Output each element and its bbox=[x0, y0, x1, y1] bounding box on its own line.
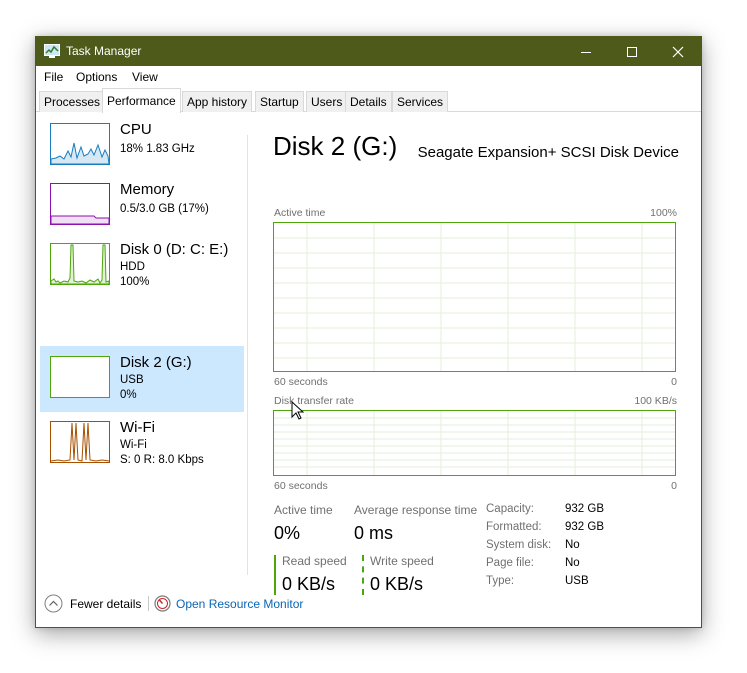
page-file-value: No bbox=[565, 557, 580, 569]
footer-divider bbox=[148, 596, 149, 611]
read-speed-label: Read speed bbox=[282, 554, 347, 568]
sidebar-wifi-throughput: S: 0 R: 8.0 Kbps bbox=[120, 454, 204, 466]
capacity-label: Capacity: bbox=[486, 503, 534, 515]
sidebar-memory-usage: 0.5/3.0 GB (17%) bbox=[120, 203, 209, 215]
sidebar-disk-2-usage: 0% bbox=[120, 389, 137, 401]
system-disk-value: No bbox=[565, 539, 580, 551]
resource-sidebar: CPU 18% 1.83 GHz Memory 0.5/3.0 GB (17%)… bbox=[36, 113, 248, 577]
tab-bar: Processes Performance App history Startu… bbox=[36, 88, 701, 113]
maximize-icon bbox=[627, 47, 637, 57]
memory-thumbnail-graph bbox=[50, 183, 110, 225]
minimize-icon bbox=[581, 52, 591, 53]
sidebar-wifi-adapter: Wi-Fi bbox=[120, 439, 147, 451]
formatted-label: Formatted: bbox=[486, 521, 542, 533]
close-button[interactable] bbox=[655, 37, 701, 66]
tab-services[interactable]: Services bbox=[392, 91, 449, 112]
tab-performance[interactable]: Performance bbox=[102, 88, 181, 113]
disk-detail-panel: Disk 2 (G:) Seagate Expansion+ SCSI Disk… bbox=[273, 113, 693, 595]
active-time-graph-min: 0 bbox=[671, 376, 677, 388]
sidebar-item-memory[interactable]: Memory 0.5/3.0 GB (17%) bbox=[40, 173, 244, 239]
system-disk-label: System disk: bbox=[486, 539, 552, 551]
chevron-up-circle-icon bbox=[44, 594, 63, 613]
tab-app-history[interactable]: App history bbox=[182, 91, 253, 112]
active-time-grid bbox=[274, 223, 675, 371]
sidebar-disk-2-title: Disk 2 (G:) bbox=[120, 354, 192, 371]
sidebar-item-disk-2[interactable]: Disk 2 (G:) USB 0% bbox=[40, 346, 244, 412]
active-time-stat-value: 0% bbox=[274, 523, 301, 543]
device-name: Seagate Expansion+ SCSI Disk Device bbox=[417, 144, 679, 161]
sidebar-wifi-title: Wi-Fi bbox=[120, 419, 155, 436]
sidebar-disk-0-title: Disk 0 (D: C: E:) bbox=[120, 241, 229, 258]
tab-details[interactable]: Details bbox=[345, 91, 392, 112]
sidebar-disk-0-usage: 100% bbox=[120, 276, 150, 288]
active-time-stat-label: Active time bbox=[274, 503, 333, 517]
tab-users[interactable]: Users bbox=[306, 91, 348, 112]
window-title: Task Manager bbox=[66, 44, 142, 58]
sidebar-cpu-title: CPU bbox=[120, 121, 152, 138]
mouse-cursor-icon bbox=[291, 401, 305, 420]
open-resource-monitor-label: Open Resource Monitor bbox=[176, 597, 304, 611]
write-speed-label: Write speed bbox=[370, 554, 434, 568]
capacity-value: 932 GB bbox=[565, 503, 604, 515]
footer-bar: Fewer details Open Resource Monitor bbox=[36, 588, 701, 620]
minimize-button[interactable] bbox=[563, 37, 609, 66]
maximize-button[interactable] bbox=[609, 37, 655, 66]
sidebar-item-wifi[interactable]: Wi-Fi Wi-Fi S: 0 R: 8.0 Kbps bbox=[40, 413, 244, 479]
type-value: USB bbox=[565, 575, 589, 587]
transfer-rate-graph-max: 100 KB/s bbox=[634, 395, 677, 407]
transfer-rate-graph-label: Disk transfer rate bbox=[274, 395, 354, 407]
resource-monitor-icon bbox=[154, 595, 171, 612]
fewer-details-label: Fewer details bbox=[70, 597, 142, 611]
transfer-rate-graph bbox=[273, 410, 676, 476]
tab-processes[interactable]: Processes bbox=[39, 91, 106, 112]
response-time-stat-label: Average response time bbox=[354, 503, 478, 517]
task-manager-window: Task Manager File Options View Processes… bbox=[35, 36, 702, 628]
disk-0-thumbnail-graph bbox=[50, 243, 110, 285]
tab-startup[interactable]: Startup bbox=[255, 91, 304, 112]
task-manager-app-icon bbox=[44, 44, 60, 58]
wifi-thumbnail-graph bbox=[50, 421, 110, 463]
menu-options[interactable]: Options bbox=[76, 70, 117, 84]
sidebar-cpu-usage: 18% 1.83 GHz bbox=[120, 143, 195, 155]
sidebar-disk-2-type: USB bbox=[120, 374, 144, 386]
active-time-graph bbox=[273, 222, 676, 372]
sidebar-disk-0-type: HDD bbox=[120, 261, 145, 273]
title-bar[interactable]: Task Manager bbox=[36, 37, 701, 66]
response-time-stat-value: 0 ms bbox=[354, 523, 394, 543]
menu-view[interactable]: View bbox=[132, 70, 158, 84]
cpu-thumbnail-graph bbox=[50, 123, 110, 165]
page-file-label: Page file: bbox=[486, 557, 534, 569]
sidebar-item-disk-0[interactable]: Disk 0 (D: C: E:) HDD 100% bbox=[40, 233, 244, 299]
active-time-graph-max: 100% bbox=[650, 207, 677, 219]
sidebar-item-cpu[interactable]: CPU 18% 1.83 GHz bbox=[40, 113, 244, 179]
transfer-rate-grid bbox=[274, 411, 675, 475]
menu-file[interactable]: File bbox=[44, 70, 63, 84]
active-time-graph-duration: 60 seconds bbox=[274, 376, 328, 388]
page-title: Disk 2 (G:) bbox=[273, 131, 398, 161]
sidebar-memory-title: Memory bbox=[120, 181, 175, 198]
formatted-value: 932 GB bbox=[565, 521, 604, 533]
menu-bar: File Options View bbox=[36, 66, 701, 88]
sidebar-divider bbox=[247, 135, 248, 575]
transfer-rate-graph-min: 0 bbox=[671, 480, 677, 492]
type-label: Type: bbox=[486, 575, 515, 587]
close-icon bbox=[672, 46, 684, 58]
active-time-graph-label: Active time bbox=[274, 207, 326, 219]
disk-2-thumbnail-graph bbox=[50, 356, 110, 398]
transfer-rate-graph-duration: 60 seconds bbox=[274, 480, 328, 492]
